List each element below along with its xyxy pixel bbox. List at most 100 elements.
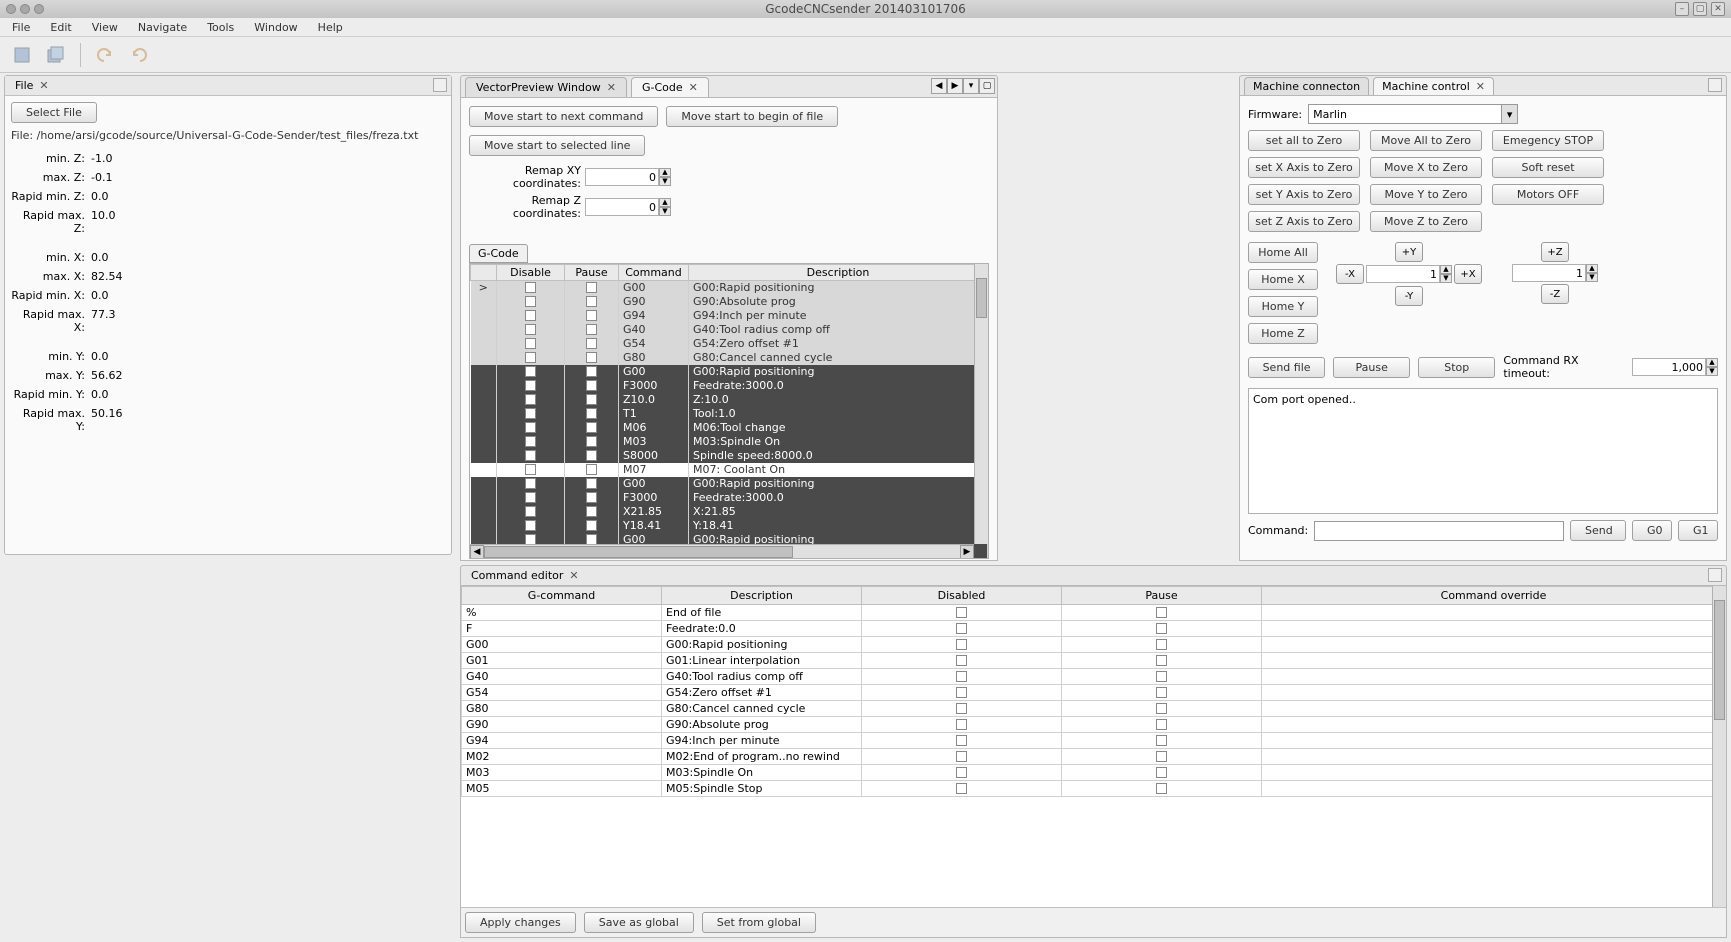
editor-override[interactable]: [1262, 701, 1726, 717]
pause-checkbox[interactable]: [586, 310, 597, 321]
panel-restore-icon[interactable]: [1708, 78, 1722, 92]
tab-dropdown-icon[interactable]: ▾: [963, 78, 979, 94]
disabled-checkbox[interactable]: [956, 687, 967, 698]
move-all-zero-button[interactable]: Move All to Zero: [1370, 130, 1482, 151]
disable-checkbox[interactable]: [525, 394, 536, 405]
editor-override[interactable]: [1262, 637, 1726, 653]
chevron-down-icon[interactable]: ▾: [1501, 105, 1517, 123]
editor-row[interactable]: G00 G00:Rapid positioning: [462, 637, 1726, 653]
disable-checkbox[interactable]: [525, 450, 536, 461]
disable-checkbox[interactable]: [525, 296, 536, 307]
editor-override[interactable]: [1262, 749, 1726, 765]
gcode-row[interactable]: G54 G54:Zero offset #1: [471, 337, 988, 351]
tab-vectorpreview[interactable]: VectorPreview Window✕: [465, 77, 627, 97]
tab-maximize-icon[interactable]: ▢: [979, 78, 995, 94]
disabled-checkbox[interactable]: [956, 655, 967, 666]
close-icon[interactable]: ✕: [1476, 80, 1485, 93]
editor-override[interactable]: [1262, 685, 1726, 701]
spinner-up-icon[interactable]: ▲: [1440, 265, 1452, 274]
pause-checkbox[interactable]: [586, 450, 597, 461]
panel-restore-icon[interactable]: [433, 78, 447, 92]
gcode-col-marker[interactable]: [471, 265, 497, 281]
jog-z-step-input[interactable]: [1512, 264, 1586, 282]
jog-plus-x-button[interactable]: +X: [1454, 264, 1482, 284]
move-z-zero-button[interactable]: Move Z to Zero: [1370, 211, 1482, 232]
gcode-row[interactable]: T1 Tool:1.0: [471, 407, 988, 421]
editor-row[interactable]: M03 M03:Spindle On: [462, 765, 1726, 781]
gcode-row[interactable]: X21.85 X:21.85: [471, 505, 988, 519]
disable-checkbox[interactable]: [525, 506, 536, 517]
disabled-checkbox[interactable]: [956, 767, 967, 778]
vertical-scrollbar[interactable]: [974, 264, 988, 544]
disable-checkbox[interactable]: [525, 520, 536, 531]
spinner-up-icon[interactable]: ▲: [1586, 264, 1598, 273]
gcode-row[interactable]: G94 G94:Inch per minute: [471, 309, 988, 323]
gcode-row[interactable]: M07 M07: Coolant On: [471, 463, 988, 477]
disable-checkbox[interactable]: [525, 492, 536, 503]
g0-button[interactable]: G0: [1632, 520, 1672, 541]
timeout-input[interactable]: [1632, 358, 1706, 376]
gcode-row[interactable]: G90 G90:Absolute prog: [471, 295, 988, 309]
jog-minus-y-button[interactable]: -Y: [1395, 286, 1423, 306]
editor-row[interactable]: M05 M05:Spindle Stop: [462, 781, 1726, 797]
editor-override[interactable]: [1262, 605, 1726, 621]
file-tab[interactable]: File ✕: [5, 77, 59, 94]
undo-icon[interactable]: [91, 41, 119, 69]
window-maximize[interactable]: ▢: [1693, 2, 1707, 16]
stop-button[interactable]: Stop: [1418, 357, 1495, 378]
tab-machine-control[interactable]: Machine control✕: [1373, 77, 1494, 95]
select-file-button[interactable]: Select File: [11, 102, 97, 123]
jog-minus-x-button[interactable]: -X: [1336, 264, 1364, 284]
editor-row[interactable]: G90 G90:Absolute prog: [462, 717, 1726, 733]
home-z-button[interactable]: Home Z: [1248, 323, 1318, 344]
gcode-row[interactable]: Z10.0 Z:10.0: [471, 393, 988, 407]
spinner-down-icon[interactable]: ▼: [659, 207, 671, 216]
close-icon[interactable]: ✕: [569, 569, 578, 582]
disabled-checkbox[interactable]: [956, 623, 967, 634]
editor-col-description[interactable]: Description: [662, 587, 862, 605]
gcode-row[interactable]: > G00 G00:Rapid positioning: [471, 281, 988, 295]
home-x-button[interactable]: Home X: [1248, 269, 1318, 290]
gcode-row[interactable]: M06 M06:Tool change: [471, 421, 988, 435]
gcode-inner-tab[interactable]: G-Code: [469, 244, 528, 263]
pause-checkbox[interactable]: [586, 520, 597, 531]
editor-row[interactable]: G54 G54:Zero offset #1: [462, 685, 1726, 701]
tab-nav-left-icon[interactable]: ◀: [931, 78, 947, 94]
disable-checkbox[interactable]: [525, 408, 536, 419]
gcode-col-pause[interactable]: Pause: [565, 265, 619, 281]
pause-button[interactable]: Pause: [1333, 357, 1410, 378]
pause-checkbox[interactable]: [1156, 735, 1167, 746]
emergency-stop-button[interactable]: Emegency STOP: [1492, 130, 1604, 151]
editor-row[interactable]: G01 G01:Linear interpolation: [462, 653, 1726, 669]
home-y-button[interactable]: Home Y: [1248, 296, 1318, 317]
disable-checkbox[interactable]: [525, 310, 536, 321]
pause-checkbox[interactable]: [1156, 687, 1167, 698]
disabled-checkbox[interactable]: [956, 783, 967, 794]
editor-row[interactable]: % End of file: [462, 605, 1726, 621]
pause-checkbox[interactable]: [586, 282, 597, 293]
menu-navigate[interactable]: Navigate: [130, 19, 195, 36]
set-y-zero-button[interactable]: set Y Axis to Zero: [1248, 184, 1360, 205]
pause-checkbox[interactable]: [586, 436, 597, 447]
pause-checkbox[interactable]: [1156, 639, 1167, 650]
spinner-down-icon[interactable]: ▼: [1440, 274, 1452, 283]
menu-edit[interactable]: Edit: [42, 19, 79, 36]
gcode-col-description[interactable]: Description: [689, 265, 988, 281]
editor-col-pause[interactable]: Pause: [1062, 587, 1262, 605]
spinner-down-icon[interactable]: ▼: [659, 177, 671, 186]
spinner-down-icon[interactable]: ▼: [1586, 273, 1598, 282]
pause-checkbox[interactable]: [586, 506, 597, 517]
spinner-up-icon[interactable]: ▲: [659, 198, 671, 207]
send-button[interactable]: Send: [1570, 520, 1626, 541]
soft-reset-button[interactable]: Soft reset: [1492, 157, 1604, 178]
gcode-row[interactable]: G80 G80:Cancel canned cycle: [471, 351, 988, 365]
send-file-button[interactable]: Send file: [1248, 357, 1325, 378]
pause-checkbox[interactable]: [586, 352, 597, 363]
jog-xy-step-input[interactable]: [1366, 265, 1440, 283]
editor-override[interactable]: [1262, 653, 1726, 669]
editor-override[interactable]: [1262, 733, 1726, 749]
disabled-checkbox[interactable]: [956, 719, 967, 730]
pause-checkbox[interactable]: [586, 408, 597, 419]
set-x-zero-button[interactable]: set X Axis to Zero: [1248, 157, 1360, 178]
jog-plus-y-button[interactable]: +Y: [1395, 242, 1423, 262]
